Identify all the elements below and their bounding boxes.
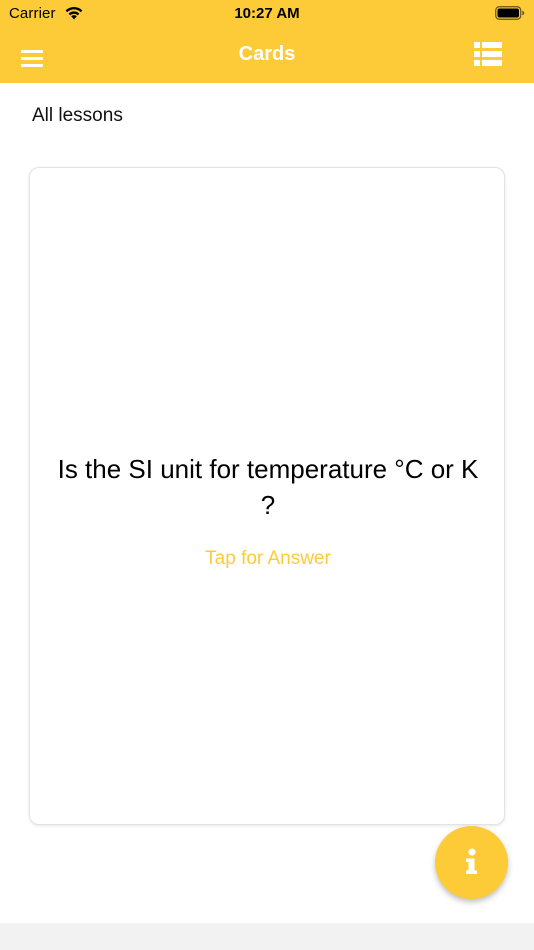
info-button[interactable] xyxy=(435,826,508,899)
flashcard[interactable]: Is the SI unit for temperature °C or K ?… xyxy=(29,167,505,825)
card-question: Is the SI unit for temperature °C or K ? xyxy=(57,454,479,520)
app-screen: Carrier 10:27 AM Cards All lessons Is th… xyxy=(0,0,534,950)
list-view-icon[interactable] xyxy=(474,41,502,67)
navigation-bar: Cards xyxy=(0,28,534,83)
lesson-filter-label[interactable]: All lessons xyxy=(32,105,123,127)
bottom-bar xyxy=(0,923,534,950)
header: Carrier 10:27 AM Cards xyxy=(0,0,534,83)
battery-icon xyxy=(495,6,525,20)
clock: 10:27 AM xyxy=(234,5,300,22)
status-bar: Carrier 10:27 AM xyxy=(0,0,534,28)
info-icon xyxy=(466,848,477,874)
page-title: Cards xyxy=(238,43,296,65)
tap-for-answer-hint[interactable]: Tap for Answer xyxy=(30,548,506,570)
